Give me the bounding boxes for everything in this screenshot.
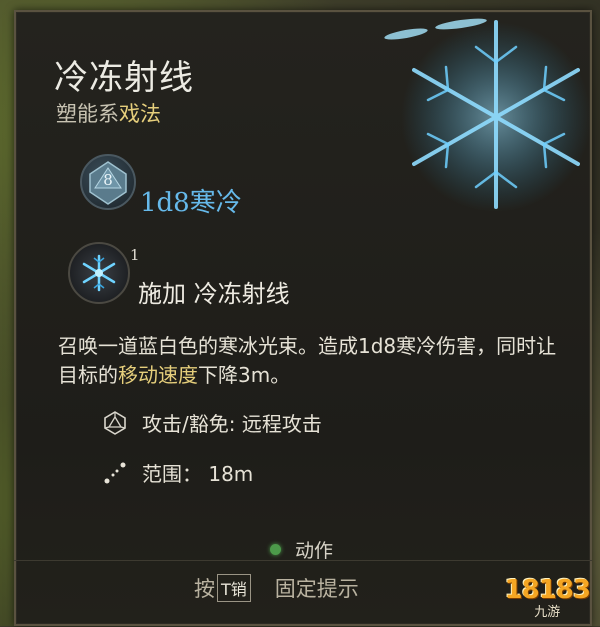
action-cost: 动作 xyxy=(270,536,333,563)
pin-tooltip-hint[interactable]: 按 T销 固定提示 xyxy=(194,573,359,603)
range-label: 范围： 18m xyxy=(142,462,254,486)
snowflake-art xyxy=(384,18,590,212)
spell-type-label: 戏法 xyxy=(119,102,161,126)
pin-prefix: 按 xyxy=(194,577,215,601)
attack-save-label: 攻击/豁免: 远程攻击 xyxy=(142,412,322,436)
spell-school: 塑能系戏法 xyxy=(56,98,161,128)
range-row: 范围： 18m xyxy=(102,458,253,487)
spell-description: 召唤一道蓝白色的寒冰光束。造成1d8寒冷伤害，同时让目标的移动速度下降3m。 xyxy=(58,332,558,390)
d20-icon xyxy=(104,410,126,435)
description-highlight: 移动速度 xyxy=(118,363,198,387)
school-label: 塑能系 xyxy=(56,102,119,126)
spell-title: 冷冻射线 xyxy=(54,58,194,98)
description-text-end: 下降3m。 xyxy=(198,363,291,387)
pin-label: 固定提示 xyxy=(274,577,359,601)
die-face-value: 8 xyxy=(103,171,113,189)
ray-of-frost-icon xyxy=(68,242,130,304)
action-dot-icon xyxy=(270,544,281,555)
action-label: 动作 xyxy=(295,540,334,562)
site-watermark-logo: 18183 九游 xyxy=(505,575,591,620)
spell-tooltip: 冷冻射线 塑能系戏法 8 1d8寒冷 1 施加 冷冻射线 召唤一道蓝白色的寒冰光… xyxy=(14,10,592,626)
d8-die-icon: 8 xyxy=(80,154,136,210)
attack-save-row: 攻击/豁免: 远程攻击 xyxy=(102,408,322,437)
spell-count: 1 xyxy=(130,246,140,264)
damage-value: 1d8寒冷 xyxy=(140,188,242,218)
key-t-icon: T销 xyxy=(217,574,251,602)
range-icon xyxy=(104,462,126,483)
apply-effect-label: 施加 冷冻射线 xyxy=(138,280,290,308)
